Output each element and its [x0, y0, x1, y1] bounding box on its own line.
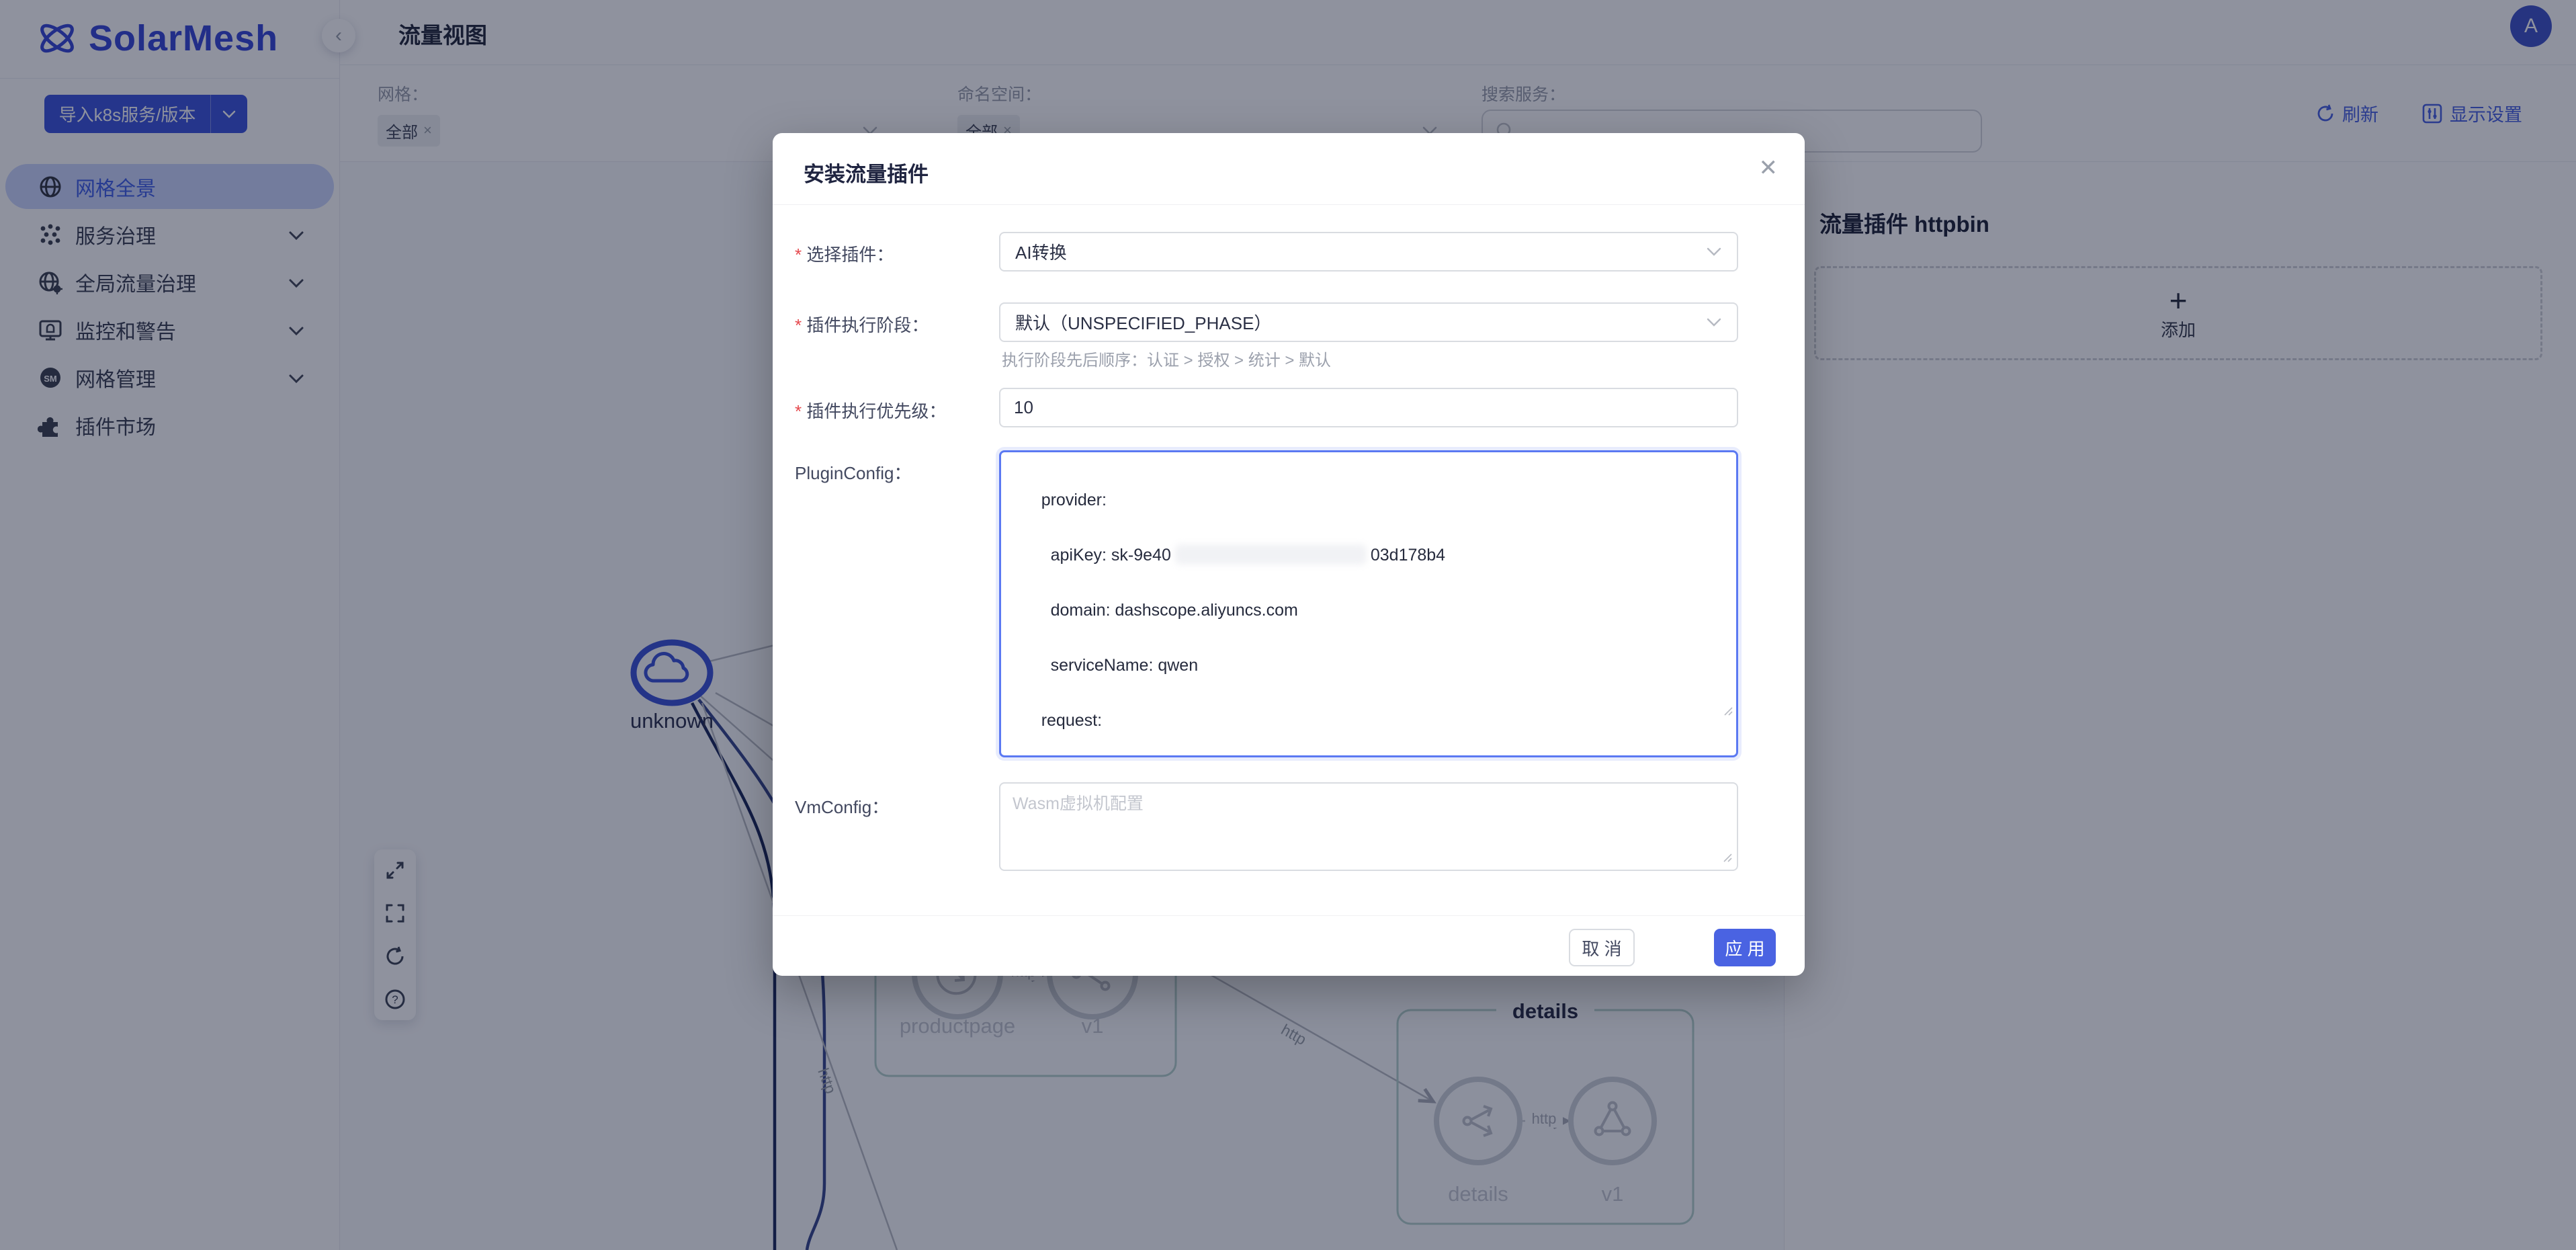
config-line: domain: dashscope.aliyuncs.com: [1041, 601, 1298, 620]
modal-footer: 取 消 应 用: [773, 915, 1805, 976]
config-line-apikey-suffix: 03d178b4: [1371, 546, 1445, 565]
priority-label: 插件执行优先级：: [795, 398, 946, 423]
plugin-select[interactable]: AI转换: [999, 232, 1738, 272]
install-plugin-modal: 安装流量插件 ✕ 选择插件： AI转换 插件执行阶段： 默认（UNSPECIFI…: [773, 133, 1805, 976]
close-icon[interactable]: ✕: [1759, 155, 1778, 181]
apply-button[interactable]: 应 用: [1714, 929, 1776, 966]
modal-title: 安装流量插件: [804, 157, 929, 188]
modal-header: 安装流量插件 ✕: [773, 133, 1805, 205]
plugin-select-label: 选择插件：: [795, 241, 894, 266]
vmconfig-label: VmConfig：: [795, 794, 889, 819]
chevron-down-icon: [1706, 247, 1722, 257]
cancel-button[interactable]: 取 消: [1569, 929, 1635, 966]
app-root: SolarMesh 导入k8s服务/版本 网格全景 服务治理: [0, 0, 2576, 1250]
config-line: serviceName: qwen: [1041, 656, 1198, 675]
resize-handle[interactable]: [1685, 670, 1733, 753]
pluginconfig-textarea[interactable]: provider: apiKey: sk-9e40 03d178b4 domain…: [999, 450, 1738, 757]
phase-select[interactable]: 默认（UNSPECIFIED_PHASE）: [999, 302, 1738, 342]
plugin-select-value: AI转换: [1015, 239, 1067, 264]
vmconfig-textarea[interactable]: [999, 782, 1738, 871]
phase-order-hint: 执行阶段先后顺序：认证 > 授权 > 统计 > 默认: [1002, 347, 1331, 370]
chevron-down-icon: [1706, 317, 1722, 327]
config-line: request:: [1041, 711, 1102, 730]
phase-select-value: 默认（UNSPECIFIED_PHASE）: [1015, 310, 1271, 335]
phase-select-label: 插件执行阶段：: [795, 312, 929, 337]
config-line: provider:: [1041, 491, 1107, 509]
priority-input[interactable]: [999, 388, 1738, 427]
redacted-apikey-blur: [1175, 544, 1367, 565]
pluginconfig-label: PluginConfig：: [795, 460, 911, 485]
resize-handle[interactable]: [1722, 852, 1733, 866]
config-line-apikey-prefix: apiKey: sk-9e40: [1041, 546, 1171, 565]
